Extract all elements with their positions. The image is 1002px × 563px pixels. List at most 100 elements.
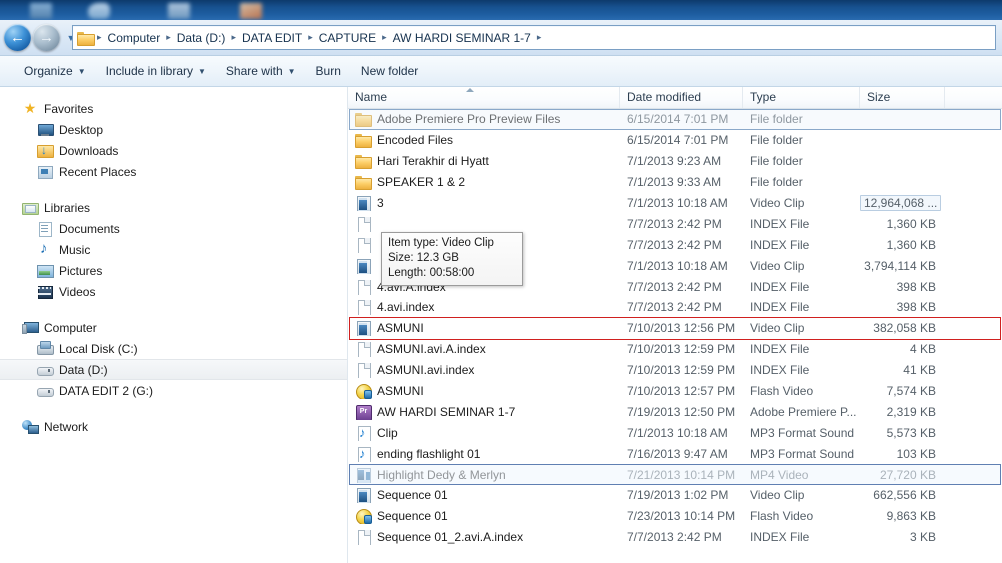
- file-type-cell: MP3 Format Sound: [750, 425, 855, 440]
- sidebar-item-local-disk-c[interactable]: Local Disk (C:): [0, 338, 347, 359]
- recent-places-icon: [37, 164, 53, 179]
- sidebar-item-downloads[interactable]: Downloads: [0, 140, 347, 161]
- sidebar-label-recent-places: Recent Places: [59, 164, 137, 179]
- file-name-cell: ASMUNI: [348, 383, 620, 400]
- sidebar-item-data-d[interactable]: Data (D:): [0, 359, 347, 380]
- breadcrumb-item-computer[interactable]: Computer: [105, 29, 164, 47]
- column-header-size[interactable]: Size: [860, 87, 945, 108]
- file-list-pane: Name Date modified Type Size Adobe Premi…: [348, 87, 1002, 563]
- file-date-cell: 7/10/2013 12:59 PM: [627, 342, 736, 357]
- desktop-icon-blurred-1: [30, 3, 52, 19]
- table-row[interactable]: 4.avi.index 7/7/2013 2:42 PM INDEX File …: [348, 297, 1002, 318]
- sidebar-item-recent-places[interactable]: Recent Places: [0, 161, 347, 182]
- tooltip-size: Size: 12.3 GB: [388, 252, 459, 264]
- toolbar-button-share-with[interactable]: Share with ▼: [216, 60, 306, 82]
- folder-icon: [355, 132, 372, 149]
- sidebar-item-documents[interactable]: Documents: [0, 218, 347, 239]
- sidebar-item-pictures[interactable]: Pictures: [0, 260, 347, 281]
- column-header-name[interactable]: Name: [348, 87, 620, 108]
- sidebar-item-network[interactable]: Network: [0, 416, 347, 437]
- file-size-cell: 3 KB: [909, 530, 936, 545]
- sidebar-label-data-edit-2-g: DATA EDIT 2 (G:): [59, 383, 154, 398]
- file-size-cell: 103 KB: [896, 446, 936, 461]
- computer-icon: [22, 320, 39, 335]
- file-date-cell: 7/16/2013 9:47 AM: [627, 446, 728, 461]
- sidebar-label-computer: Computer: [44, 320, 97, 335]
- table-row[interactable]: Sequence 01 7/19/2013 1:02 PM Video Clip…: [348, 485, 1002, 506]
- file-type-cell: Adobe Premiere P...: [750, 404, 857, 419]
- table-row[interactable]: 3 7/1/2013 10:18 AM Video Clip 12,964,06…: [348, 193, 1002, 214]
- file-date-cell: 7/10/2013 12:59 PM: [627, 363, 736, 378]
- sidebar-item-favorites[interactable]: ★ Favorites: [0, 98, 347, 119]
- table-row-highlighted-asmuni[interactable]: ASMUNI 7/10/2013 12:56 PM Video Clip 382…: [348, 316, 1002, 340]
- back-arrow-icon[interactable]: ←: [4, 24, 31, 51]
- folder-icon: [77, 31, 95, 46]
- forward-arrow-icon[interactable]: →: [33, 24, 60, 51]
- table-row[interactable]: Sequence 01 7/23/2013 10:14 PM Flash Vid…: [348, 506, 1002, 527]
- sidebar-item-computer[interactable]: Computer: [0, 317, 347, 338]
- tooltip-length: Length: 00:58:00: [388, 267, 475, 279]
- table-row[interactable]: Sequence 01_2.avi.A.index 7/7/2013 2:42 …: [348, 527, 1002, 548]
- table-row[interactable]: Hari Terakhir di Hyatt 7/1/2013 9:23 AM …: [348, 151, 1002, 172]
- sidebar-item-music[interactable]: Music: [0, 239, 347, 260]
- index-file-icon: [355, 237, 371, 253]
- file-name-label: 4.avi.index: [377, 300, 435, 315]
- sidebar-group-network: Network: [0, 416, 347, 437]
- file-name-label: 3: [377, 196, 384, 210]
- file-date-cell: 7/1/2013 10:18 AM: [627, 196, 728, 210]
- file-date-cell: 7/1/2013 10:18 AM: [627, 425, 728, 440]
- file-size-cell: 7,574 KB: [886, 384, 936, 399]
- sidebar-item-data-edit-2-g[interactable]: DATA EDIT 2 (G:): [0, 380, 347, 401]
- file-size-cell: 9,863 KB: [886, 509, 936, 524]
- sidebar-item-desktop[interactable]: Desktop: [0, 119, 347, 140]
- table-row[interactable]: ASMUNI 7/10/2013 12:57 PM Flash Video 7,…: [348, 381, 1002, 402]
- breadcrumb-item-data-edit[interactable]: DATA EDIT: [239, 29, 305, 47]
- sidebar-item-libraries[interactable]: Libraries: [0, 197, 347, 218]
- file-size-cell: 3,794,114 KB: [864, 258, 936, 273]
- file-date-cell: 7/1/2013 9:33 AM: [627, 175, 722, 190]
- pictures-icon: [37, 263, 54, 278]
- file-type-cell: Video Clip: [750, 258, 805, 273]
- file-name-cell: 4.avi.index: [348, 299, 620, 316]
- table-row[interactable]: SPEAKER 1 & 2 7/1/2013 9:33 AM File fold…: [348, 172, 1002, 193]
- table-row[interactable]: AW HARDI SEMINAR 1-7 7/19/2013 12:50 PM …: [348, 401, 1002, 422]
- table-row[interactable]: ASMUNI.avi.A.index 7/10/2013 12:59 PM IN…: [348, 339, 1002, 360]
- file-name-cell: [348, 216, 620, 232]
- mp4-video-icon: [355, 467, 371, 483]
- sidebar-item-videos[interactable]: Videos: [0, 281, 347, 302]
- column-header-date-modified[interactable]: Date modified: [620, 87, 743, 108]
- file-name-label: ASMUNI.avi.index: [377, 363, 475, 378]
- table-row[interactable]: Clip 7/1/2013 10:18 AM MP3 Format Sound …: [348, 422, 1002, 443]
- toolbar-button-new-folder[interactable]: New folder: [351, 60, 428, 82]
- table-row-selected-highlight[interactable]: Highlight Dedy & Merlyn 7/21/2013 10:14 …: [348, 464, 1002, 485]
- network-icon: [22, 419, 39, 434]
- toolbar-button-organize[interactable]: Organize ▼: [14, 60, 96, 82]
- column-header-type[interactable]: Type: [743, 87, 860, 108]
- table-row[interactable]: ending flashlight 01 7/16/2013 9:47 AM M…: [348, 443, 1002, 464]
- videos-icon: [37, 284, 53, 299]
- file-type-cell: INDEX File: [750, 237, 810, 252]
- breadcrumb-bar[interactable]: ▸ Computer ▸ Data (D:) ▸ DATA EDIT ▸ CAP…: [72, 25, 996, 50]
- drive-icon: [37, 383, 54, 398]
- file-type-cell: Video Clip: [750, 488, 805, 503]
- chevron-down-icon: ▼: [77, 66, 86, 76]
- breadcrumb-item-capture[interactable]: CAPTURE: [316, 29, 379, 47]
- chevron-down-icon: ▼: [287, 66, 296, 76]
- file-type-cell: INDEX File: [750, 279, 810, 294]
- file-size-cell: 41 KB: [903, 363, 936, 378]
- table-row[interactable]: Encoded Files 6/15/2014 7:01 PM File fol…: [348, 130, 1002, 151]
- toolbar-button-burn[interactable]: Burn: [306, 60, 351, 82]
- breadcrumb-item-data-d[interactable]: Data (D:): [174, 29, 229, 47]
- sidebar-label-desktop: Desktop: [59, 122, 104, 137]
- file-name-cell: ASMUNI: [348, 320, 620, 337]
- breadcrumb-item-aw-hardi-seminar[interactable]: AW HARDI SEMINAR 1-7: [390, 29, 534, 47]
- file-name-cell: Sequence 01_2.avi.A.index: [348, 529, 620, 546]
- file-type-cell: File folder: [750, 133, 803, 148]
- toolbar-button-include-in-library[interactable]: Include in library ▼: [96, 60, 216, 82]
- table-row[interactable]: Adobe Premiere Pro Preview Files 6/15/20…: [348, 109, 1002, 130]
- table-row[interactable]: ASMUNI.avi.index 7/10/2013 12:59 PM INDE…: [348, 360, 1002, 381]
- sidebar-label-network: Network: [44, 419, 89, 434]
- file-type-cell: Video Clip: [750, 321, 805, 336]
- breadcrumb-separator: ▸: [536, 32, 542, 42]
